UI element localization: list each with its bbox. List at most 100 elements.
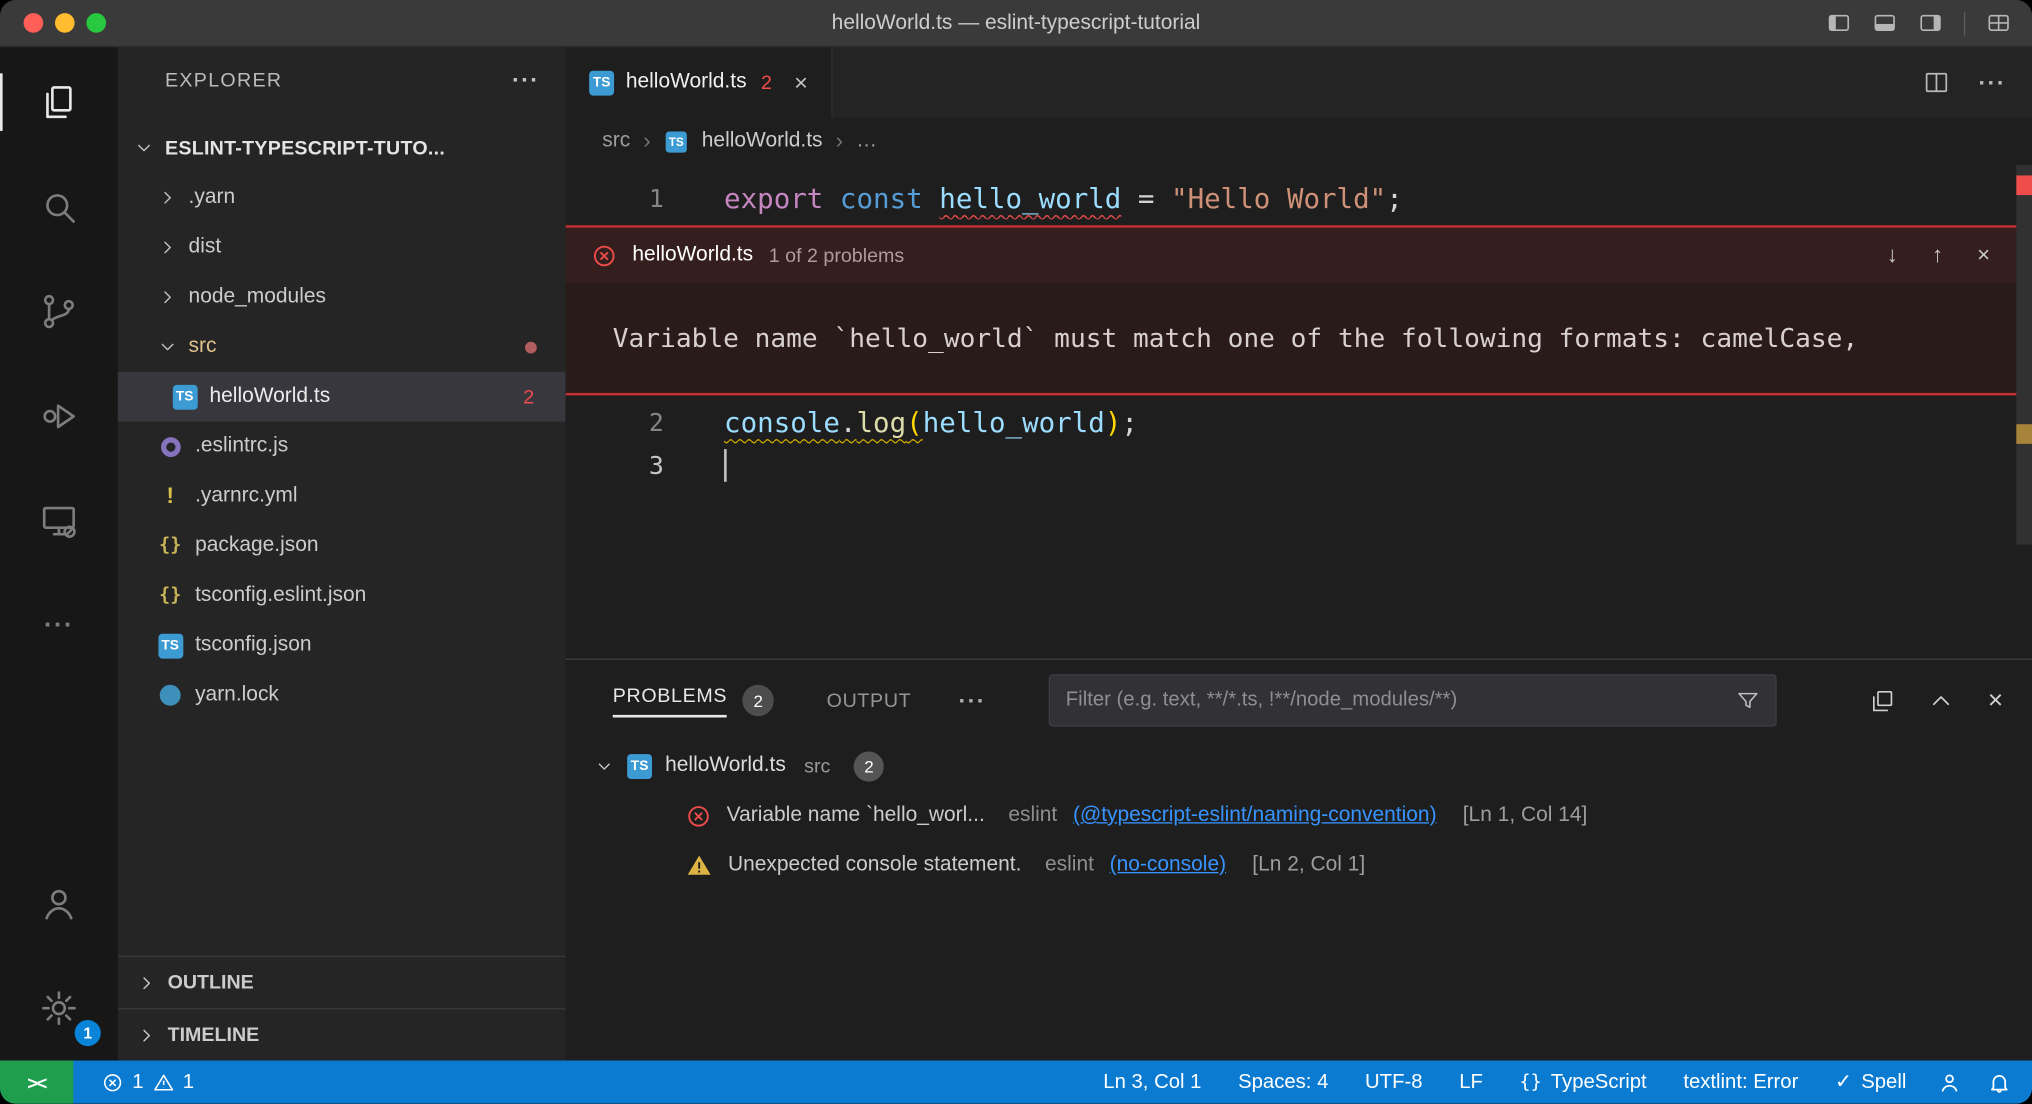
filter-icon[interactable]: [1736, 689, 1760, 713]
accounts-icon[interactable]: [0, 851, 118, 956]
split-editor-icon[interactable]: [1923, 69, 1949, 95]
language-mode[interactable]: {} TypeScript: [1501, 1061, 1665, 1104]
sidebar-item-tsconfig-file[interactable]: TS tsconfig.json: [118, 621, 566, 671]
layout-controls: [1826, 10, 2032, 35]
tab-problems[interactable]: PROBLEMS 2: [613, 684, 775, 717]
timeline-section-header[interactable]: TIMELINE: [118, 1008, 566, 1060]
notifications-bell-icon[interactable]: [1974, 1070, 2032, 1094]
peek-file-name: helloWorld.ts: [632, 244, 753, 268]
editor-more-actions-icon[interactable]: ···: [1978, 69, 2005, 96]
problem-rule-link[interactable]: (no-console): [1110, 854, 1226, 878]
status-bar-right: Ln 3, Col 1 Spaces: 4 UTF-8 LF {} TypeSc…: [1085, 1061, 2032, 1104]
maximize-window-button[interactable]: [86, 13, 106, 33]
minimize-window-button[interactable]: [55, 13, 75, 33]
end-of-line[interactable]: LF: [1441, 1061, 1501, 1104]
explorer-more-actions-icon[interactable]: ···: [512, 66, 539, 93]
editor-actions: ···: [1923, 47, 2032, 118]
textlint-status[interactable]: textlint: Error: [1665, 1061, 1817, 1104]
problem-message: Variable name `hello_worl...: [727, 804, 985, 828]
next-problem-icon[interactable]: ↓: [1887, 242, 1898, 268]
tree-root-folder[interactable]: ESLINT-TYPESCRIPT-TUTO...: [118, 123, 566, 173]
source-control-icon[interactable]: [0, 259, 118, 364]
close-window-button[interactable]: [24, 13, 44, 33]
peek-message-area[interactable]: Variable name `hello_world` must match o…: [566, 283, 2017, 393]
window-title: helloWorld.ts — eslint-typescript-tutori…: [0, 11, 2032, 35]
file-label: tsconfig.json: [195, 634, 311, 658]
sidebar-item-src-folder[interactable]: src: [118, 322, 566, 372]
sidebar-item-yarnrc-file[interactable]: ! .yarnrc.yml: [118, 471, 566, 521]
sidebar-item-eslintrc-file[interactable]: .eslintrc.js: [118, 422, 566, 472]
remote-explorer-icon[interactable]: [0, 469, 118, 574]
tab-helloworld[interactable]: TS helloWorld.ts 2 ×: [566, 47, 833, 118]
breadcrumb-symbol[interactable]: …: [856, 130, 877, 154]
sidebar-item-yarn-folder[interactable]: .yarn: [118, 173, 566, 223]
line-number-active: 3: [566, 451, 724, 480]
problems-filter-input[interactable]: [1066, 689, 1726, 713]
folder-label: node_modules: [189, 285, 326, 309]
panel-header: PROBLEMS 2 OUTPUT ···: [566, 660, 2032, 741]
warning-icon: [686, 852, 712, 878]
problem-row-warning[interactable]: Unexpected console statement. eslint (no…: [566, 841, 2032, 891]
overview-warning-marker: [2016, 424, 2032, 444]
sidebar-item-dist-folder[interactable]: dist: [118, 223, 566, 273]
sidebar-item-tsconfig-eslint-file[interactable]: {} tsconfig.eslint.json: [118, 571, 566, 621]
folder-label: src: [189, 335, 217, 359]
remote-icon: ><: [27, 1072, 46, 1093]
error-peek-widget: helloWorld.ts 1 of 2 problems ↓ ↑ × Vari…: [566, 225, 2017, 395]
encoding[interactable]: UTF-8: [1347, 1061, 1441, 1104]
tab-output[interactable]: OUTPUT: [827, 689, 912, 711]
code-editor[interactable]: 1 export const hello_world = "Hello Worl…: [566, 165, 2032, 659]
toggle-panel-icon[interactable]: [1872, 10, 1897, 35]
breadcrumb-separator: ›: [836, 128, 843, 154]
open-in-editor-icon[interactable]: [1870, 688, 1895, 713]
sidebar-item-helloworld-file[interactable]: TS helloWorld.ts 2: [118, 372, 566, 422]
explorer-icon[interactable]: [0, 50, 118, 155]
panel-more-tabs-icon[interactable]: ···: [958, 687, 985, 714]
breadcrumb-file[interactable]: helloWorld.ts: [702, 130, 823, 154]
code-line-3[interactable]: 3: [566, 444, 2032, 487]
sidebar-header: EXPLORER ···: [118, 47, 566, 112]
toggle-secondary-sidebar-icon[interactable]: [1918, 10, 1943, 35]
settings-gear-icon[interactable]: 1: [0, 956, 118, 1061]
toggle-sidebar-icon[interactable]: [1826, 10, 1851, 35]
chevron-down-icon: [157, 336, 181, 357]
editor-scrollbar[interactable]: [2016, 165, 2032, 659]
maximize-panel-icon[interactable]: [1929, 688, 1954, 713]
sidebar-item-yarn-lock-file[interactable]: yarn.lock: [118, 670, 566, 720]
editor-group: TS helloWorld.ts 2 × ··· src › TS helloW…: [566, 47, 2032, 1060]
file-label: .yarnrc.yml: [195, 484, 297, 508]
indentation[interactable]: Spaces: 4: [1220, 1061, 1347, 1104]
outline-section-header[interactable]: OUTLINE: [118, 956, 566, 1008]
error-squiggle: hello_world: [939, 183, 1121, 214]
status-problems[interactable]: 1 1: [73, 1070, 194, 1094]
cursor-position[interactable]: Ln 3, Col 1: [1085, 1061, 1220, 1104]
remote-indicator[interactable]: ><: [0, 1061, 73, 1104]
code-line-2[interactable]: 2 console.log(hello_world);: [566, 401, 2032, 444]
customize-layout-icon[interactable]: [1986, 10, 2011, 35]
problem-message: Unexpected console statement.: [728, 854, 1021, 878]
breadcrumb-folder[interactable]: src: [602, 130, 630, 154]
search-icon[interactable]: [0, 154, 118, 259]
problems-filter: [1049, 674, 1777, 726]
tab-close-icon[interactable]: ×: [794, 69, 808, 96]
breadcrumb: src › TS helloWorld.ts › …: [566, 118, 2032, 165]
sidebar-item-node-modules-folder[interactable]: node_modules: [118, 272, 566, 322]
problem-rule-link[interactable]: (@typescript-eslint/naming-convention): [1073, 804, 1437, 828]
problems-file-group[interactable]: TS helloWorld.ts src 2: [566, 741, 2032, 791]
peek-close-icon[interactable]: ×: [1977, 242, 1990, 268]
warning-icon: [153, 1072, 174, 1093]
scrollbar-thumb[interactable]: [2016, 165, 2032, 545]
spell-checker[interactable]: ✓ Spell: [1817, 1061, 1925, 1104]
additional-views-icon[interactable]: ···: [0, 573, 118, 678]
close-panel-icon[interactable]: ×: [1988, 685, 2003, 715]
problem-row-error[interactable]: Variable name `hello_worl... eslint (@ty…: [566, 791, 2032, 841]
feedback-person-icon[interactable]: [1925, 1070, 1975, 1094]
warning-squiggle: console.log(: [724, 407, 923, 438]
problems-list: TS helloWorld.ts src 2 Variable name `he…: [566, 741, 2032, 890]
code-line-1[interactable]: 1 export const hello_world = "Hello Worl…: [566, 177, 2032, 220]
file-label: .eslintrc.js: [195, 435, 288, 459]
folder-label: .yarn: [189, 186, 236, 210]
sidebar-item-package-json-file[interactable]: {} package.json: [118, 521, 566, 571]
run-debug-icon[interactable]: [0, 364, 118, 469]
previous-problem-icon[interactable]: ↑: [1932, 242, 1943, 268]
